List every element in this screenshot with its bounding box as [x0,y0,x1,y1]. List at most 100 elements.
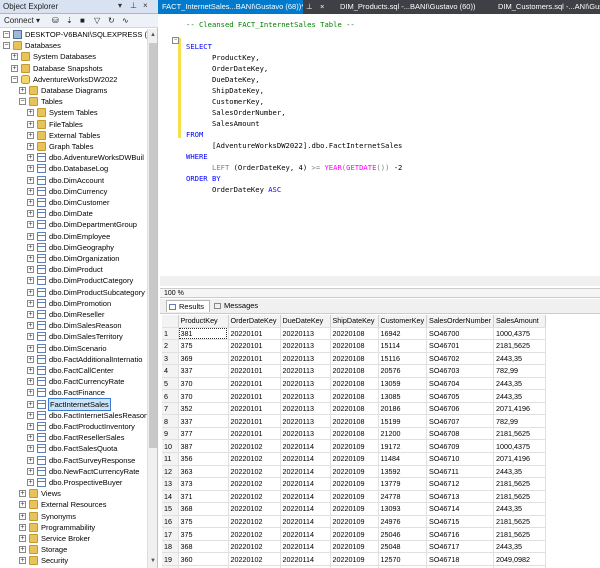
table-cell[interactable]: 13085 [378,389,428,403]
close-tab-icon[interactable]: × [318,0,332,14]
table-cell[interactable]: 2181,5625 [493,477,546,491]
tree-item[interactable]: + Security [0,555,147,566]
table-row[interactable]: 1 381 20220101 20220113 20220108 16942 SO46700… [162,327,546,341]
expand-icon[interactable]: + [27,232,34,240]
expand-icon[interactable]: + [27,221,34,229]
column-header[interactable]: DueDateKey [280,315,331,328]
table-cell[interactable]: 15116 [378,352,428,366]
table-row[interactable]: 12 363 20220102 20220114 20220109 13592 SO4671… [162,465,546,479]
table-row[interactable]: 17 375 20220102 20220114 20220109 25046 SO4671… [162,527,546,541]
table-cell[interactable]: 368 [178,502,229,516]
table-cell[interactable]: 20220114 [280,452,331,466]
tree-item[interactable]: + dbo.FactResellerSales [0,432,147,443]
table-cell[interactable]: 363 [178,465,229,479]
tree-item[interactable]: − DESKTOP-V6BANI\SQLEXPRESS (SQL Serve [0,29,147,40]
expand-icon[interactable]: + [27,311,34,318]
row-number[interactable]: 11 [162,452,179,466]
expand-icon[interactable]: + [27,277,34,285]
table-cell[interactable]: 20220101 [228,402,281,416]
tree-item[interactable]: + dbo.FactFinance [0,387,147,398]
table-cell[interactable]: 20220109 [330,477,379,491]
table-cell[interactable]: 20220114 [280,490,331,504]
tree-item[interactable]: + dbo.FactCurrencyRate [0,376,147,387]
table-cell[interactable]: 2443,35 [493,352,546,366]
table-cell[interactable]: 381 [178,327,229,341]
expand-icon[interactable]: + [27,434,34,442]
row-number[interactable]: 6 [162,389,179,403]
table-cell[interactable]: SO46714 [426,502,494,516]
expand-icon[interactable]: + [27,255,34,262]
tree-item[interactable]: + dbo.DimOrganization [0,253,147,264]
table-cell[interactable]: SO46716 [426,527,494,541]
tree-item[interactable]: + Database Diagrams [0,85,147,96]
table-cell[interactable]: 370 [178,389,229,403]
table-cell[interactable]: 377 [178,427,229,441]
table-cell[interactable]: 20220108 [330,364,379,378]
row-number[interactable]: 15 [162,502,179,516]
tree-item[interactable]: + dbo.ProspectiveBuyer [0,477,147,488]
table-cell[interactable]: 20220102 [228,502,281,516]
table-cell[interactable]: 20220113 [280,389,331,403]
expand-icon[interactable]: + [27,109,34,117]
table-cell[interactable]: 20220101 [228,339,281,353]
table-cell[interactable]: SO46712 [426,477,494,491]
table-cell[interactable]: 20220108 [330,327,379,341]
tree-item[interactable]: + dbo.FactProductInventory [0,421,147,432]
table-cell[interactable]: 2443,35 [493,377,546,391]
table-cell[interactable]: 13592 [378,465,428,479]
table-cell[interactable]: 20220114 [280,540,331,554]
expand-icon[interactable]: + [27,199,34,206]
table-cell[interactable]: SO46703 [426,364,494,378]
tab-messages[interactable]: Messages [212,300,262,312]
tree-item[interactable]: + dbo.DimCurrency [0,186,147,197]
table-cell[interactable]: SO46701 [426,339,494,353]
table-cell[interactable]: SO46707 [426,414,494,428]
expand-icon[interactable]: + [27,423,34,430]
tree-item[interactable]: + Synonyms [0,511,147,522]
close-icon[interactable]: × [143,1,148,10]
expand-icon[interactable]: + [27,355,34,363]
collapse-icon[interactable]: − [11,75,18,83]
table-row[interactable]: 7 352 20220101 20220113 20220108 20186 SO46706… [162,402,546,416]
table-cell[interactable]: 360 [178,552,229,566]
table-cell[interactable]: 371 [178,490,229,504]
expand-icon[interactable]: + [27,400,34,408]
expand-icon[interactable]: + [19,512,26,520]
table-cell[interactable]: 20220109 [330,540,379,554]
table-cell[interactable]: 373 [178,477,229,491]
row-number[interactable]: 9 [162,427,179,441]
table-cell[interactable]: SO46718 [426,552,494,566]
table-cell[interactable]: 20220109 [330,502,379,516]
table-cell[interactable]: 20220108 [330,339,379,353]
table-cell[interactable]: 20220102 [228,515,281,529]
table-cell[interactable]: 20220101 [228,352,281,366]
stop-icon[interactable]: ■ [80,16,85,26]
query-editor[interactable]: − -- Cleansed FACT_InternetSales Table -… [160,14,600,288]
row-number[interactable]: 2 [162,339,179,353]
tree-item[interactable]: + dbo.FactAdditionalInternatio [0,354,147,365]
tree-item[interactable]: + dbo.FactSalesQuota [0,443,147,454]
tree-item[interactable]: + Storage [0,544,147,555]
tree-item[interactable]: + dbo.DimSalesTerritory [0,331,147,342]
table-cell[interactable]: 20220114 [280,527,331,541]
table-cell[interactable]: 20220113 [280,377,331,391]
pin-tab-icon[interactable]: ⊥ [304,0,318,14]
table-cell[interactable]: 20220113 [280,339,331,353]
table-cell[interactable]: SO46710 [426,452,494,466]
table-cell[interactable]: 20220109 [330,515,379,529]
table-cell[interactable]: 20220101 [228,327,281,341]
table-cell[interactable]: 25048 [378,540,428,554]
tree-item[interactable]: + FileTables [0,119,147,130]
table-cell[interactable]: 20220114 [280,552,331,566]
table-cell[interactable]: 12570 [378,552,428,566]
table-cell[interactable]: 20220113 [280,427,331,441]
table-cell[interactable]: 20220102 [228,490,281,504]
column-header[interactable]: ShipDateKey [330,315,379,328]
table-cell[interactable]: 20220101 [228,377,281,391]
table-cell[interactable]: SO46702 [426,352,494,366]
table-cell[interactable]: 20220108 [330,352,379,366]
table-cell[interactable]: 1000,4375 [493,327,546,341]
tree-item[interactable]: + dbo.DimProduct [0,264,147,275]
editor-horizontal-scrollbar[interactable] [160,276,600,286]
table-cell[interactable]: 20220113 [280,352,331,366]
